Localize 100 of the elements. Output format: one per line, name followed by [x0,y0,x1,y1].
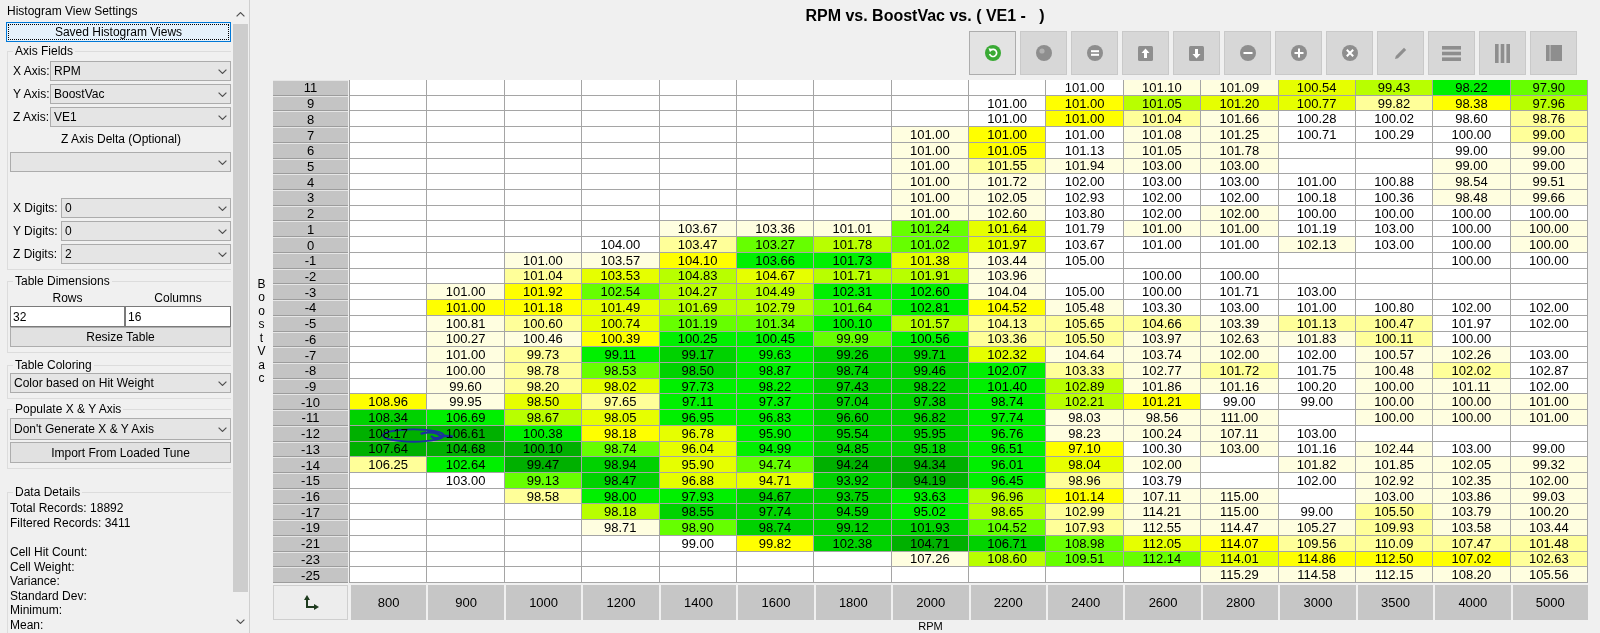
resize-table-button[interactable]: Resize Table [10,327,231,347]
table-cell: 114.47 [1201,520,1279,536]
delta-dropdown[interactable] [10,152,231,172]
axis-dropdown[interactable]: VE1 [50,107,231,127]
coloring-dropdown[interactable]: Color based on Hit Weight [10,373,231,393]
axis-dropdown[interactable]: RPM [50,61,231,81]
table-cell: 97.90 [1510,80,1588,96]
text-field[interactable]: 32 [10,306,125,327]
scroll-up-icon [236,12,245,17]
equals-icon [1086,45,1103,61]
detail-text: Cell Weight: [10,559,75,574]
table-cell: 104.00 [582,237,660,253]
table-cell: 100.18 [1278,190,1356,206]
digits-dropdown[interactable]: 0 [61,221,231,241]
table-cell: 108.96 [350,394,428,411]
table-cell: 100.00 [1433,127,1511,143]
scrollbar-thumb[interactable] [233,24,248,592]
import-button[interactable]: Import From Loaded Tune [10,442,231,463]
toolbar-button[interactable] [969,31,1016,75]
digits-dropdown[interactable]: 0 [61,198,231,218]
corner-arrow-icon [302,594,319,611]
column-header: 2000 [893,585,969,620]
table-cell: 101.25 [1201,127,1279,143]
table-cell: 99.00 [1278,504,1356,521]
pencil-icon [1394,47,1407,59]
table-cell: 102.31 [814,284,892,301]
table-cell: 99.00 [1278,394,1356,411]
digits-dropdown[interactable]: 2 [61,244,231,264]
table-cell: 101.09 [1201,80,1279,96]
table-cell: 101.64 [969,221,1047,238]
table-cell: 98.90 [659,520,737,536]
corner-button[interactable] [273,585,348,620]
detail-text: Standard Dev: [10,588,87,603]
table-cell: 101.00 [427,347,505,363]
table-cell: 101.00 [969,111,1047,128]
table-cell: 101.19 [1278,221,1356,238]
table-cell: 108.20 [1433,567,1511,583]
saved-views-button[interactable]: Saved Histogram Views [6,22,231,42]
table-cell: 101.10 [1123,80,1202,96]
table-cell: 99.26 [814,347,892,363]
column-header: 1800 [815,585,892,620]
table-cell: 99.95 [427,394,505,411]
table-cell: 101.08 [1123,127,1202,143]
group-label: Populate X & Y Axis [13,402,124,416]
chevron-down-icon [218,159,227,165]
table-cell: 102.54 [582,284,660,301]
table-cell: 102.64 [427,457,505,473]
table-cell: 103.67 [659,221,737,238]
minus-icon [1239,45,1256,61]
table-cell: 95.02 [891,504,969,521]
chevron-down-icon [218,114,227,120]
column-header: 2200 [970,585,1046,620]
table-cell: 103.79 [1433,504,1511,521]
column-header: 3000 [1280,585,1356,620]
table-cell: 115.00 [1201,504,1279,521]
table-cell: 103.00 [1355,237,1434,253]
group-label: Table Dimensions [13,274,112,288]
column-header: 1400 [660,585,737,620]
table-cell: 94.59 [814,504,892,521]
horizontal-bars-icon [1442,45,1461,61]
table-cell: 106.69 [427,410,505,426]
table-cell: 103.00 [1355,221,1434,238]
table-cell: 100.54 [1278,80,1356,96]
column-header: 1200 [583,585,659,620]
table-cell: 97.37 [736,394,815,411]
table-cell: 96.01 [969,457,1047,473]
table-cell: 99.51 [1510,174,1588,191]
table-cell: 98.60 [1433,111,1511,128]
table-cell: 96.83 [736,410,815,426]
field-label: Y Digits: [12,224,59,238]
panel-title: Histogram View Settings [7,3,138,19]
table-cell: 99.00 [1201,394,1279,411]
chevron-down-icon [218,251,227,257]
table-cell: 98.54 [1433,174,1511,191]
table-cell: 105.00 [1046,284,1124,301]
table-cell: 102.79 [736,300,815,316]
table-cell: 98.22 [1433,80,1511,96]
table-cell: 101.21 [1123,394,1202,411]
table-cell: 101.78 [814,237,892,253]
column-header: 900 [428,585,504,620]
table-cell: 94.24 [814,457,892,473]
field-label: Rows [52,292,83,305]
table-cell: 100.00 [1433,221,1511,238]
table-cell: 105.27 [1278,520,1356,536]
text-field[interactable]: 16 [125,306,231,327]
column-header: 2600 [1125,585,1201,620]
table-cell: 100.57 [1355,347,1434,363]
table-cell: 99.32 [1510,457,1588,473]
table-cell: 94.34 [891,457,969,473]
table-cell: 104.52 [969,300,1047,316]
table-cell: 102.32 [969,347,1047,363]
table-cell: 101.49 [582,300,660,316]
chevron-down-icon [218,68,227,74]
axis-dropdown[interactable]: BoostVac [50,84,231,104]
detail-text: Minimum: [10,603,62,618]
table-cell: 98.05 [582,410,660,426]
table-cell: 99.73 [504,347,583,363]
populate-dropdown[interactable]: Don't Generate X & Y Axis [10,418,231,440]
table-cell: 102.00 [1433,300,1511,316]
table-cell: 98.74 [969,394,1047,411]
